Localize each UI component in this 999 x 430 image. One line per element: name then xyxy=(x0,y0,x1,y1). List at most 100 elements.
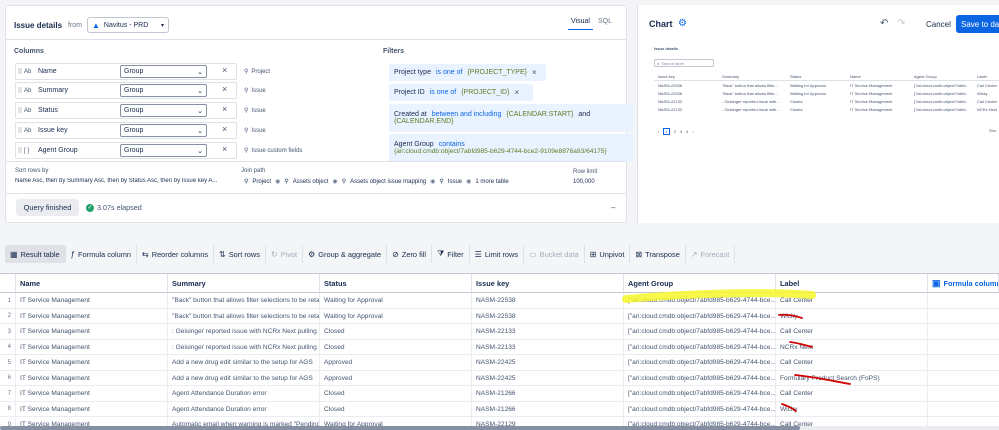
join-path[interactable]: ⚲ Project ◉ ⚲ Assets object ◉ ⚲ Assets obje… xyxy=(244,178,509,186)
filter-chip-agent-group[interactable]: Agent Group contains {ari:cloud:cmdb:obj… xyxy=(389,134,633,162)
save-to-dashboard-button[interactable]: Save to das xyxy=(956,15,999,33)
column-header-label[interactable]: Label xyxy=(776,274,928,293)
remove-column-icon[interactable]: × xyxy=(222,84,227,94)
preview-search[interactable]: ⌕ Search table xyxy=(654,59,714,67)
table-cell[interactable]: Approved xyxy=(320,355,472,371)
chevron-right-icon[interactable]: › xyxy=(692,129,693,134)
reorder-columns-tool[interactable]: ⇆ Reorder columns xyxy=(137,245,215,263)
page-button[interactable]: 4 xyxy=(686,129,688,134)
aggregation-select[interactable]: Group ⌄ xyxy=(120,144,207,157)
table-cell[interactable]: Closed xyxy=(320,339,472,355)
sort-text[interactable]: Name Asc, then by Summary Asc, then by S… xyxy=(15,178,235,184)
aggregation-select[interactable]: Group ⌄ xyxy=(120,124,207,137)
column-header-formula[interactable]: ▣ Formula column xyxy=(928,274,999,293)
table-cell[interactable]: ["ari:cloud:cmdb:object/7abfd985-b629-47… xyxy=(624,401,776,417)
table-row[interactable]: 6 IT Service Management Add a new drug edi… xyxy=(0,370,999,386)
data-source-select[interactable]: ▲ Navitus - PRD ▾ xyxy=(87,17,169,33)
drag-handle-icon[interactable]: ⠿ xyxy=(16,107,24,115)
remove-column-icon[interactable]: × xyxy=(222,104,227,114)
table-cell[interactable]: IT Service Management xyxy=(16,401,168,417)
table-row[interactable]: 5 IT Service Management Add a new drug edi… xyxy=(0,355,999,371)
column-header-agent-group[interactable]: Agent Group xyxy=(624,274,776,293)
table-cell[interactable]: Call Center xyxy=(776,355,928,371)
table-cell[interactable]: IT Service Management xyxy=(16,308,168,324)
table-cell[interactable]: "Back" button that allows filter selecti… xyxy=(168,293,320,309)
table-row[interactable]: 3 IT Service Management: Geisinger report… xyxy=(0,324,999,340)
unpivot-tool[interactable]: ⊞ Unpivot xyxy=(585,245,631,263)
table-cell[interactable]: IT Service Management xyxy=(16,386,168,402)
filter-chip-project-id[interactable]: Project ID is one of {PROJECT_ID} × xyxy=(389,84,533,101)
table-cell[interactable]: Closed xyxy=(320,401,472,417)
page-button[interactable]: 1 xyxy=(663,128,670,135)
table-cell[interactable]: Agent Attendance Duration error xyxy=(168,386,320,402)
aggregation-select[interactable]: Group ⌄ xyxy=(120,65,207,78)
table-cell[interactable]: Waiting for Approval xyxy=(320,293,472,309)
column-row-agent-group[interactable]: ⠿ [ ] Agent Group Group ⌄ xyxy=(15,142,237,159)
filter-chip-created-at[interactable]: Created at between and including {CALEND… xyxy=(389,104,633,132)
zero-fill-tool[interactable]: ⊘ Zero fill xyxy=(387,245,433,263)
table-cell[interactable]: NASM-22133 xyxy=(472,339,624,355)
table-cell[interactable]: Call Center xyxy=(776,324,928,340)
table-cell[interactable]: NASM-22425 xyxy=(472,370,624,386)
column-row-issue-key[interactable]: ⠿ Ab Issue key Group ⌄ xyxy=(15,122,237,139)
table-row[interactable]: 7 IT Service Management Agent Attendance D… xyxy=(0,386,999,402)
table-cell[interactable]: Agent Attendance Duration error xyxy=(168,401,320,417)
table-cell[interactable]: "Back" button that allows filter selecti… xyxy=(168,308,320,324)
row-limit-value[interactable]: 100,000 xyxy=(573,179,595,185)
table-cell[interactable]: IT Service Management xyxy=(16,293,168,309)
table-cell[interactable]: Closed xyxy=(320,324,472,340)
column-header-name[interactable]: Name xyxy=(16,274,168,293)
limit-rows-tool[interactable]: ☰ Limit rows xyxy=(470,245,525,263)
bucket-data-tool[interactable]: ▭ Bucket data xyxy=(524,245,585,263)
aggregation-select[interactable]: Group ⌄ xyxy=(120,104,207,117)
table-cell[interactable]: IT Service Management xyxy=(16,370,168,386)
table-cell[interactable]: NCRx Next xyxy=(776,339,928,355)
table-cell[interactable]: ["ari:cloud:cmdb:object/7abfd985-b629-47… xyxy=(624,324,776,340)
transpose-tool[interactable]: ⊠ Transpose xyxy=(630,245,686,263)
remove-column-icon[interactable]: × xyxy=(222,124,227,134)
result-table-tool[interactable]: ▦ Result table xyxy=(5,245,66,263)
horizontal-scrollbar[interactable] xyxy=(0,426,999,430)
table-cell[interactable]: NASM-22425 xyxy=(472,355,624,371)
table-row[interactable]: 2 IT Service Management "Back" button that… xyxy=(0,308,999,324)
formula-column-tool[interactable]: ƒ Formula column xyxy=(66,245,138,263)
table-cell[interactable]: : Geisinger reported issue with NCRx Nex… xyxy=(168,324,320,340)
redo-icon[interactable]: ↷ xyxy=(897,18,905,29)
column-header-status[interactable]: Status xyxy=(320,274,472,293)
table-cell[interactable]: Approved xyxy=(320,370,472,386)
sort-rows-tool[interactable]: ⇅ Sort rows xyxy=(214,245,266,263)
remove-column-icon[interactable]: × xyxy=(222,144,227,154)
table-cell[interactable]: IT Service Management xyxy=(16,339,168,355)
table-cell[interactable]: ["ari:cloud:cmdb:object/7abfd985-b629-47… xyxy=(624,370,776,386)
gear-icon[interactable]: ⚙ xyxy=(678,18,687,29)
table-cell[interactable]: NASM-21266 xyxy=(472,401,624,417)
close-icon[interactable]: × xyxy=(514,88,519,97)
page-button[interactable]: 2 xyxy=(674,129,676,134)
column-header-summary[interactable]: Summary xyxy=(168,274,320,293)
column-header-issue-key[interactable]: Issue key xyxy=(472,274,624,293)
table-cell[interactable]: Closed xyxy=(320,386,472,402)
table-row[interactable]: 4 IT Service Management: Geisinger report… xyxy=(0,339,999,355)
table-cell[interactable]: : Geisinger reported issue with NCRx Nex… xyxy=(168,339,320,355)
remove-column-icon[interactable]: × xyxy=(222,65,227,75)
table-cell[interactable]: Add a new drug edit similar to the setup… xyxy=(168,370,320,386)
drag-handle-icon[interactable]: ⠿ xyxy=(16,68,24,76)
table-cell[interactable]: ["ari:cloud:cmdb:object/7abfd985-b629-47… xyxy=(624,355,776,371)
tab-visual[interactable]: Visual xyxy=(568,18,593,30)
table-cell[interactable]: ["ari:cloud:cmdb:object/7abfd985-b629-47… xyxy=(624,293,776,309)
table-cell[interactable]: ["ari:cloud:cmdb:object/7abfd985-b629-47… xyxy=(624,339,776,355)
table-cell[interactable]: Add a new drug edit similar to the setup… xyxy=(168,355,320,371)
table-cell[interactable]: NASM-22538 xyxy=(472,293,624,309)
table-row[interactable]: 1 IT Service Management "Back" button that… xyxy=(0,293,999,309)
filter-tool[interactable]: ⧩ Filter xyxy=(432,245,470,263)
table-row[interactable]: 8 IT Service Management Agent Attendance D… xyxy=(0,401,999,417)
table-cell[interactable]: IT Service Management xyxy=(16,355,168,371)
aggregation-select[interactable]: Group ⌄ xyxy=(120,84,207,97)
undo-icon[interactable]: ↶ xyxy=(880,18,888,29)
table-cell[interactable]: NASM-22133 xyxy=(472,324,624,340)
drag-handle-icon[interactable]: ⠿ xyxy=(16,127,24,135)
table-cell[interactable]: Formulary Product Search (FoPS) xyxy=(776,370,928,386)
table-cell[interactable]: Wicky xyxy=(776,308,928,324)
table-cell[interactable]: ["ari:cloud:cmdb:object/7abfd985-b629-47… xyxy=(624,386,776,402)
pivot-tool[interactable]: ↻ Pivot xyxy=(266,245,304,263)
